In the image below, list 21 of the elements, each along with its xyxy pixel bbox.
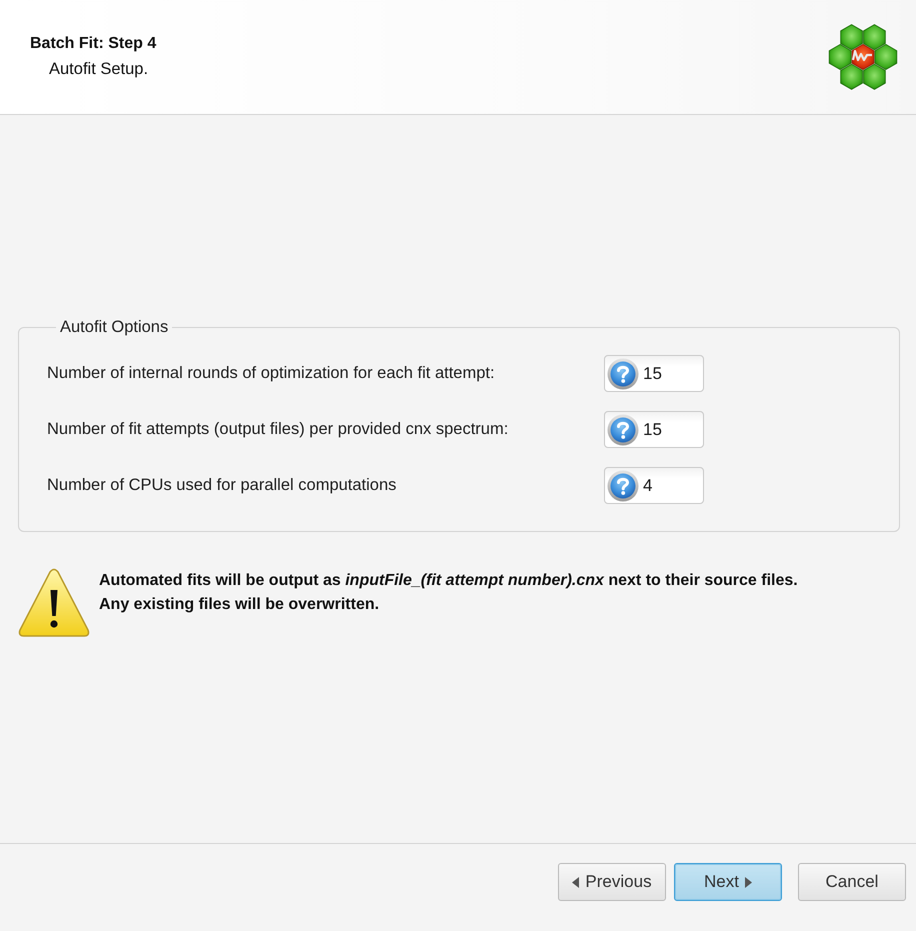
group-title: Autofit Options [59,318,170,337]
help-icon[interactable] [607,358,639,390]
step-subtitle: Autofit Setup. [48,60,150,79]
field-label: Number of internal rounds of optimization for each fit attempt: [47,364,496,383]
caret-left-icon [572,876,580,888]
next-button[interactable]: Next [674,863,782,901]
field-label: Number of CPUs used for parallel computations [47,476,398,495]
caret-right-icon [744,876,752,888]
warning-text: Automated fits will be output as inputFile_(fit attempt number).cnx next to their source files. [99,572,798,590]
help-icon[interactable] [607,414,639,446]
number-field[interactable]: 4 [604,467,704,504]
warning-icon [18,568,90,638]
number-field[interactable]: 15 [604,355,704,392]
cancel-button[interactable]: Cancel [798,863,906,901]
help-icon[interactable] [607,470,639,502]
field-label: Number of fit attempts (output files) per provided cnx spectrum: [47,420,510,439]
number-field[interactable]: 15 [604,411,704,448]
logo-icon [828,22,898,92]
warning-text: Any existing files will be overwritten. [99,596,380,614]
step-title: Batch Fit: Step 4 [30,35,156,53]
previous-button[interactable]: Previous [558,863,666,901]
